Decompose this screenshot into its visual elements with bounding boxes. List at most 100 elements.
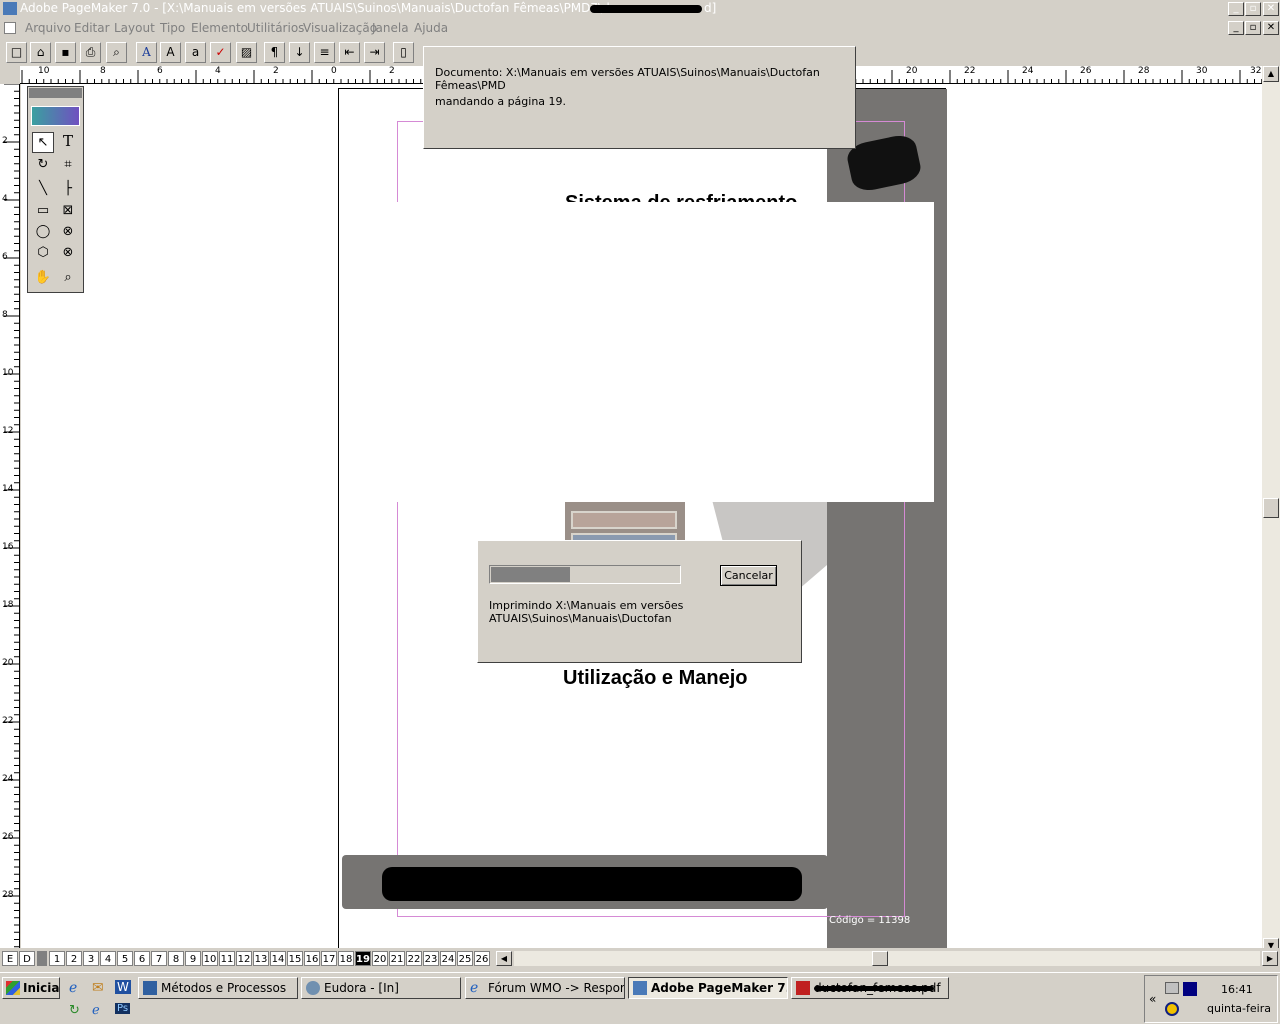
hand-tool[interactable]: ✋ [32, 268, 54, 289]
indent-icon[interactable]: ↓ [289, 42, 310, 63]
menu-utilitarios[interactable]: Utilitários [247, 21, 304, 35]
menu-elemento[interactable]: Elemento [191, 21, 248, 35]
rectangle-tool[interactable]: ▭ [32, 201, 54, 222]
page-tab[interactable]: 6 [134, 951, 150, 966]
page-tab[interactable]: 23 [423, 951, 439, 966]
menu-arquivo[interactable]: Arquivo [25, 21, 71, 35]
scroll-right-arrow[interactable]: ▶ [1262, 951, 1278, 966]
mail-icon[interactable]: ✉ [92, 980, 104, 996]
page-tab[interactable]: 2 [66, 951, 82, 966]
ie-icon[interactable]: ℯ [69, 980, 77, 996]
menu-visualizacao[interactable]: Visualização [303, 21, 377, 35]
page-tab[interactable]: E [2, 951, 18, 966]
page-tab[interactable]: 1 [49, 951, 65, 966]
close-button[interactable]: ✕ [1263, 2, 1279, 16]
start-button[interactable]: Iniciar [2, 977, 60, 999]
cancel-button[interactable]: Cancelar [720, 565, 777, 586]
page-tab[interactable]: D [19, 951, 35, 966]
page-tab[interactable]: 4 [100, 951, 116, 966]
new-icon[interactable]: □ [6, 42, 27, 63]
clock-time[interactable]: 16:41 [1221, 983, 1253, 996]
scroll-thumb[interactable] [1263, 498, 1279, 518]
menu-janela[interactable]: Janela [372, 21, 409, 35]
page-tab[interactable]: 26 [474, 951, 490, 966]
rotate-tool[interactable]: ↻ [32, 155, 54, 176]
menu-layout[interactable]: Layout [114, 21, 155, 35]
page-icon[interactable]: ▯ [393, 42, 414, 63]
word-icon[interactable]: W [115, 980, 131, 994]
task-pagemaker[interactable]: Adobe PageMaker 7.0... [628, 977, 788, 999]
paragraph-icon[interactable]: ¶ [264, 42, 285, 63]
print-icon[interactable]: ⎙ [80, 42, 101, 63]
toolbox-titlebar[interactable] [29, 88, 82, 98]
bullets-icon[interactable]: ≡ [314, 42, 335, 63]
page-tab[interactable]: 11 [219, 951, 235, 966]
monitor-icon[interactable] [1183, 982, 1197, 996]
pasteboard[interactable]: Sistema de resfriamento Utilização e Man… [21, 84, 1262, 953]
scroll-thumb[interactable] [872, 951, 888, 966]
vertical-scrollbar[interactable]: ▲ ▼ [1262, 66, 1280, 954]
save-icon[interactable]: ▪ [55, 42, 76, 63]
page-tab[interactable]: 14 [270, 951, 286, 966]
pointer-tool[interactable]: ↖ [32, 132, 54, 153]
network-icon[interactable] [1165, 1002, 1179, 1016]
page-tab[interactable]: 10 [202, 951, 218, 966]
page-tab[interactable]: 16 [304, 951, 320, 966]
menu-editar[interactable]: Editar [74, 21, 110, 35]
page-tab[interactable]: 5 [117, 951, 133, 966]
doc-close-button[interactable]: ✕ [1263, 21, 1279, 35]
font-size-icon[interactable]: A [160, 42, 181, 63]
font-style-icon[interactable]: a [185, 42, 206, 63]
rectangle-frame-tool[interactable]: ⊠ [57, 201, 79, 222]
page-tab[interactable]: 3 [83, 951, 99, 966]
minimize-button[interactable]: _ [1228, 2, 1244, 16]
scroll-up-arrow[interactable]: ▲ [1263, 66, 1279, 82]
task-metodos[interactable]: Métodos e Processos [138, 977, 298, 999]
doc-restore-button[interactable]: ▫ [1245, 21, 1261, 35]
photoshop-icon[interactable]: Ps [115, 1003, 131, 1014]
ie-icon[interactable]: ℯ [92, 1003, 100, 1018]
printer-icon[interactable] [1165, 982, 1179, 994]
page-tab[interactable]: 20 [372, 951, 388, 966]
page-tab[interactable]: 12 [236, 951, 252, 966]
find-icon[interactable]: ⌕ [106, 42, 127, 63]
task-pdf[interactable]: ductofan_femeas.pdf [791, 977, 949, 999]
page-tab[interactable]: 15 [287, 951, 303, 966]
restore-button[interactable]: ▫ [1245, 2, 1261, 16]
page-tab[interactable]: 7 [151, 951, 167, 966]
page-tab[interactable]: 18 [338, 951, 354, 966]
outdent-icon[interactable]: ⇤ [339, 42, 360, 63]
open-icon[interactable]: ⌂ [30, 42, 51, 63]
refresh-icon[interactable]: ↻ [69, 1003, 80, 1018]
ellipse-frame-tool[interactable]: ⊗ [57, 222, 79, 243]
text-tool[interactable]: T [57, 132, 79, 153]
task-forum[interactable]: ℯ Fórum WMO -> Respond... [465, 977, 625, 999]
ellipse-tool[interactable]: ◯ [32, 222, 54, 243]
indent-right-icon[interactable]: ⇥ [364, 42, 385, 63]
page-tab[interactable]: 25 [457, 951, 473, 966]
page-tab[interactable]: 22 [406, 951, 422, 966]
spell-check-icon[interactable]: ✓ [210, 42, 231, 63]
page-tab[interactable]: 17 [321, 951, 337, 966]
polygon-tool[interactable]: ⬡ [32, 243, 54, 264]
page-tab[interactable]: 8 [168, 951, 184, 966]
zoom-tool[interactable]: ⌕ [57, 268, 79, 289]
font-icon[interactable]: A [136, 42, 157, 63]
line-tool[interactable]: ╲ [32, 179, 54, 200]
page-tab[interactable]: 19 [355, 951, 371, 966]
menu-ajuda[interactable]: Ajuda [414, 21, 448, 35]
scroll-left-arrow[interactable]: ◀ [496, 951, 512, 966]
task-eudora[interactable]: Eudora - [In] [301, 977, 461, 999]
page-tab[interactable]: 21 [389, 951, 405, 966]
polygon-frame-tool[interactable]: ⊗ [57, 243, 79, 264]
fill-icon[interactable]: ▨ [236, 42, 257, 63]
constrained-line-tool[interactable]: ├ [57, 179, 79, 200]
crop-tool[interactable]: ⌗ [57, 155, 79, 176]
menu-tipo[interactable]: Tipo [160, 21, 185, 35]
page-tab[interactable]: 13 [253, 951, 269, 966]
page-tab[interactable]: 24 [440, 951, 456, 966]
horizontal-scrollbar[interactable] [514, 951, 1260, 966]
page-tab[interactable]: 9 [185, 951, 201, 966]
doc-minimize-button[interactable]: _ [1228, 21, 1244, 35]
tray-expand-icon[interactable]: « [1149, 992, 1156, 1006]
